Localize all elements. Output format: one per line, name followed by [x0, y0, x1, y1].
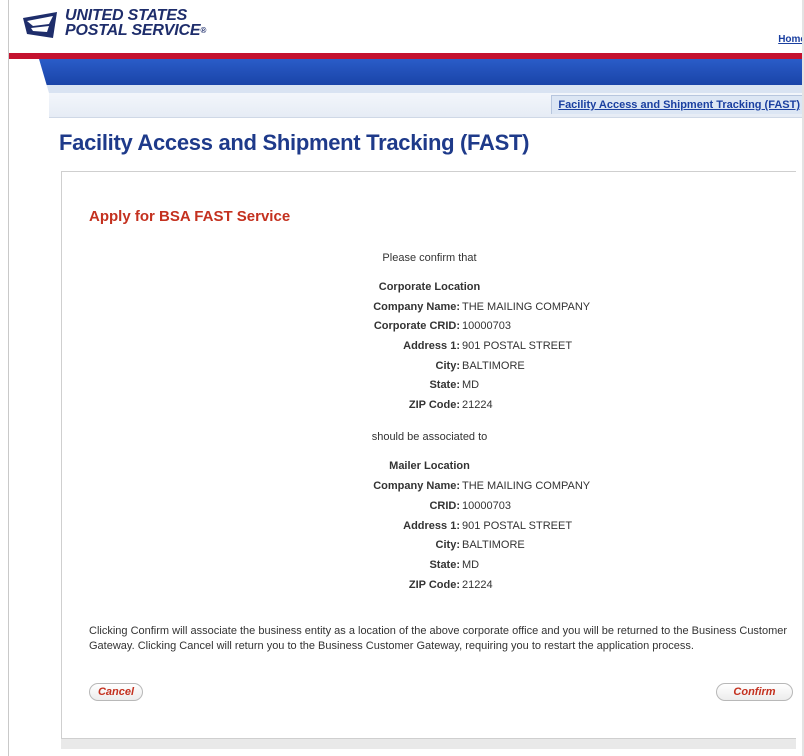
- confirmation-note: Clicking Confirm will associate the busi…: [89, 625, 788, 652]
- usps-wordmark: UNITED STATES POSTAL SERVICE®: [65, 7, 207, 39]
- corporate-state-value: MD: [462, 379, 480, 391]
- mailer-address-value: 901 POSTAL STREET: [462, 520, 573, 532]
- corporate-zip-value: 21224: [462, 399, 493, 411]
- mailer-location-heading: Mailer Location: [389, 460, 470, 472]
- association-connector: should be associated to: [371, 431, 488, 443]
- mailer-city-value: BALTIMORE: [462, 539, 525, 551]
- mailer-company-name-value: THE MAILING COMPANY: [462, 480, 591, 492]
- mailer-crid-value: 10000703: [462, 500, 511, 512]
- mailer-row: State: MD: [62, 559, 797, 575]
- home-link[interactable]: Home: [778, 34, 804, 45]
- corporate-row: Company Name: THE MAILING COMPANY: [62, 301, 797, 317]
- mailer-zip-value: 21224: [462, 579, 493, 591]
- usps-eagle-icon: [23, 12, 57, 38]
- content-panel: Apply for BSA FAST Service Please confir…: [61, 171, 796, 739]
- panel-footer-strip: [61, 739, 796, 749]
- confirm-button[interactable]: Confirm: [716, 683, 793, 701]
- corporate-city-label: City:: [435, 360, 460, 372]
- breadcrumb-bar: Facility Access and Shipment Tracking (F…: [49, 93, 804, 118]
- confirm-intro: Please confirm that: [382, 252, 477, 264]
- corporate-address-value: 901 POSTAL STREET: [462, 340, 573, 352]
- mailer-row: City: BALTIMORE: [62, 539, 797, 555]
- corporate-row: State: MD: [62, 379, 797, 395]
- mailer-city-label: City:: [435, 539, 460, 551]
- corporate-row: Address 1: 901 POSTAL STREET: [62, 340, 797, 356]
- brand-line-2: POSTAL SERVICE: [65, 22, 201, 39]
- corporate-company-name-label: Company Name:: [373, 301, 460, 313]
- brand-line-1: UNITED STATES: [65, 7, 188, 24]
- mailer-address-label: Address 1:: [403, 520, 460, 532]
- page-title: Facility Access and Shipment Tracking (F…: [59, 130, 530, 155]
- corporate-crid-value: 10000703: [462, 320, 511, 332]
- corporate-crid-label: Corporate CRID:: [373, 320, 460, 332]
- header-blue-band: [9, 59, 804, 85]
- corporate-city-value: BALTIMORE: [462, 360, 525, 372]
- section-title: Apply for BSA FAST Service: [89, 208, 291, 225]
- corporate-row: Corporate CRID: 10000703: [62, 320, 797, 336]
- corporate-company-name-value: THE MAILING COMPANY: [462, 301, 591, 313]
- mailer-company-name-label: Company Name:: [373, 480, 460, 492]
- mailer-state-label: State:: [429, 559, 460, 571]
- mailer-crid-label: CRID:: [429, 500, 460, 512]
- mailer-row: CRID: 10000703: [62, 500, 797, 516]
- mailer-zip-label: ZIP Code:: [408, 579, 460, 591]
- mailer-state-value: MD: [462, 559, 480, 571]
- mailer-row: ZIP Code: 21224: [62, 579, 797, 595]
- corporate-address-label: Address 1:: [403, 340, 460, 352]
- usps-logo[interactable]: UNITED STATES POSTAL SERVICE®: [23, 6, 223, 50]
- mailer-row: Company Name: THE MAILING COMPANY: [62, 480, 797, 496]
- corporate-state-label: State:: [429, 379, 460, 391]
- breadcrumb-fast-link[interactable]: Facility Access and Shipment Tracking (F…: [551, 95, 804, 114]
- mailer-row: Address 1: 901 POSTAL STREET: [62, 520, 797, 536]
- cancel-button[interactable]: Cancel: [89, 683, 143, 701]
- corporate-row: ZIP Code: 21224: [62, 399, 797, 415]
- header-light-band: [9, 85, 804, 93]
- brand-registered-mark: ®: [200, 26, 207, 35]
- corporate-zip-label: ZIP Code:: [408, 399, 460, 411]
- corporate-row: City: BALTIMORE: [62, 360, 797, 376]
- corporate-location-heading: Corporate Location: [378, 281, 481, 293]
